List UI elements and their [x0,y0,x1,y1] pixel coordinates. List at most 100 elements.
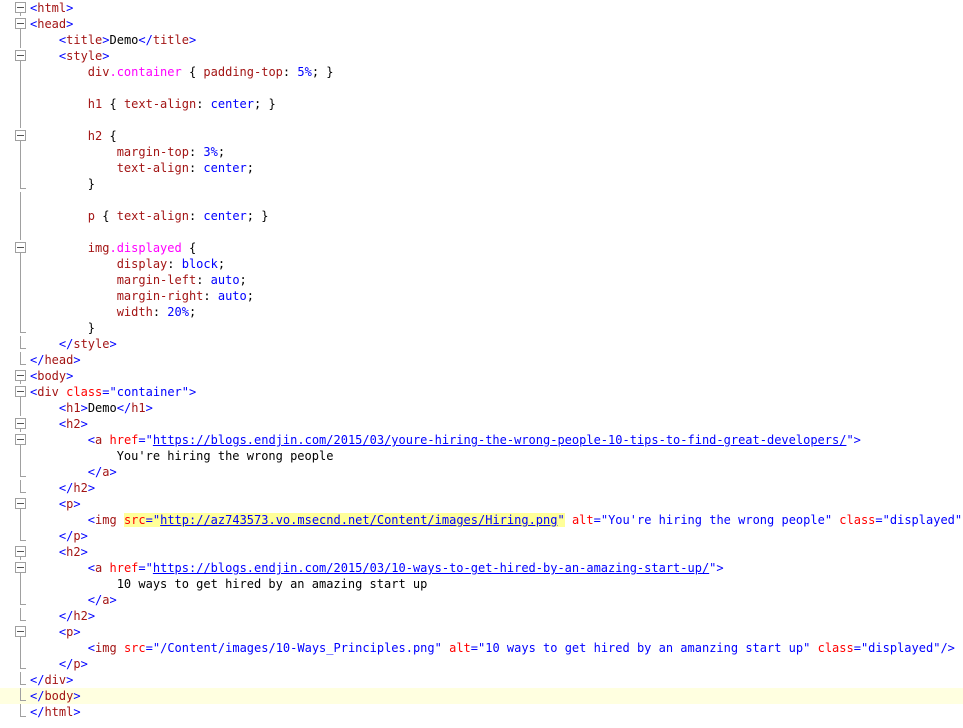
code-line-current[interactable]: </body> [0,688,963,704]
fold-collapse-icon[interactable] [15,370,26,381]
code-line[interactable]: 10 ways to get hired by an amazing start… [0,576,963,592]
fold-guide-line [20,448,21,464]
code-line[interactable]: <title>Demo</title> [0,32,963,48]
code-line[interactable]: <p> [0,496,963,512]
code-line[interactable]: <style> [0,48,963,64]
code-token: " [145,561,153,575]
code-token: : [167,257,182,271]
code-line[interactable]: <p> [0,624,963,640]
url-link-token[interactable]: https://blogs.endjin.com/2015/03/youre-h… [153,433,847,447]
code-token: > [73,353,81,367]
code-token: Demo [109,33,139,47]
code-line[interactable]: </a> [0,464,963,480]
code-line[interactable]: <div class="container"> [0,384,963,400]
code-token: p [87,209,96,223]
fold-collapse-icon[interactable] [15,498,26,509]
fold-collapse-icon[interactable] [15,546,26,557]
fold-guide-line [20,704,21,716]
fold-guide-line [20,528,21,540]
code-line[interactable]: <h2> [0,416,963,432]
fold-collapse-icon[interactable] [15,130,26,141]
code-line[interactable]: margin-left: auto; [0,272,963,288]
code-line[interactable]: margin-right: auto; [0,288,963,304]
code-token: block [181,257,218,271]
code-token: > [80,657,88,671]
code-line[interactable]: You're hiring the wrong people [0,448,963,464]
code-line[interactable]: } [0,320,963,336]
code-token: > [87,481,96,495]
code-line[interactable]: <body> [0,368,963,384]
fold-guide-line [20,304,21,320]
fold-collapse-icon[interactable] [15,2,26,13]
code-token: /> [940,641,955,655]
code-line[interactable] [0,192,963,208]
url-link-token[interactable]: https://blogs.endjin.com/2015/03/10-ways… [153,561,709,575]
fold-collapse-icon[interactable] [15,626,26,637]
code-editor[interactable]: <html> <head> <title>Demo</title> <style>… [0,0,963,728]
code-line[interactable]: div.container { padding-top: 5%; } [0,64,963,80]
fold-collapse-icon[interactable] [15,434,26,445]
code-line[interactable]: </p> [0,656,963,672]
code-line[interactable]: </a> [0,592,963,608]
code-token: ; } [246,209,269,223]
code-token: </ [58,337,74,351]
code-line[interactable]: <h2> [0,544,963,560]
fold-collapse-icon[interactable] [15,18,26,29]
fold-guide-line [20,144,21,160]
code-line[interactable]: </p> [0,528,963,544]
code-line[interactable]: margin-top: 3%; [0,144,963,160]
fold-collapse-icon[interactable] [15,562,26,573]
code-line[interactable]: display: block; [0,256,963,272]
code-line[interactable]: </head> [0,352,963,368]
fold-collapse-icon[interactable] [15,50,26,61]
code-line[interactable]: width: 20%; [0,304,963,320]
code-token: = [593,513,601,527]
code-token: { [181,65,204,79]
code-token: p [73,657,81,671]
code-token: : [152,305,168,319]
code-token: h2 [73,609,88,623]
code-line[interactable]: <html> [0,0,963,16]
code-line[interactable]: } [0,176,963,192]
code-token: </ [138,33,153,47]
fold-collapse-icon[interactable] [15,386,26,397]
fold-guide-line [20,688,21,700]
code-line[interactable]: h2 { [0,128,963,144]
code-token: > [66,17,74,31]
code-token: "/Content/images/10-Ways_Principles.png" [152,641,442,655]
code-line[interactable]: </style> [0,336,963,352]
code-line[interactable]: p { text-align: center; } [0,208,963,224]
code-line[interactable]: <a href="https://blogs.endjin.com/2015/0… [0,560,963,576]
fold-collapse-icon[interactable] [15,418,26,429]
fold-collapse-icon[interactable] [15,242,26,253]
code-line[interactable]: <h1>Demo</h1> [0,400,963,416]
code-line[interactable] [0,80,963,96]
fold-guide-line [20,464,21,476]
code-line[interactable]: text-align: center; [0,160,963,176]
code-line[interactable]: </h2> [0,480,963,496]
code-line[interactable] [0,112,963,128]
code-token: h2 [66,545,81,559]
code-line[interactable]: <img src="/Content/images/10-Ways_Princi… [0,640,963,656]
code-line[interactable]: img.displayed { [0,240,963,256]
code-token: > [102,49,110,63]
code-line[interactable]: <img src="http://az743573.vo.msecnd.net/… [0,512,963,528]
code-token: display [116,257,168,271]
code-line[interactable]: </div> [0,672,963,688]
code-line[interactable] [0,224,963,240]
code-line[interactable]: </html> [0,704,963,720]
code-token: h2 [87,129,103,143]
code-line[interactable]: </h2> [0,608,963,624]
code-line[interactable]: <head> [0,16,963,32]
image-src-url[interactable]: http://az743573.vo.msecnd.net/Content/im… [160,513,557,527]
code-token: style [73,337,110,351]
outlining-gutter[interactable] [0,0,30,728]
code-token: "container" [109,385,189,399]
code-line[interactable]: <a href="https://blogs.endjin.com/2015/0… [0,432,963,448]
code-token: = [470,641,479,655]
code-token: margin-top [116,145,189,159]
code-line[interactable]: h1 { text-align: center; } [0,96,963,112]
